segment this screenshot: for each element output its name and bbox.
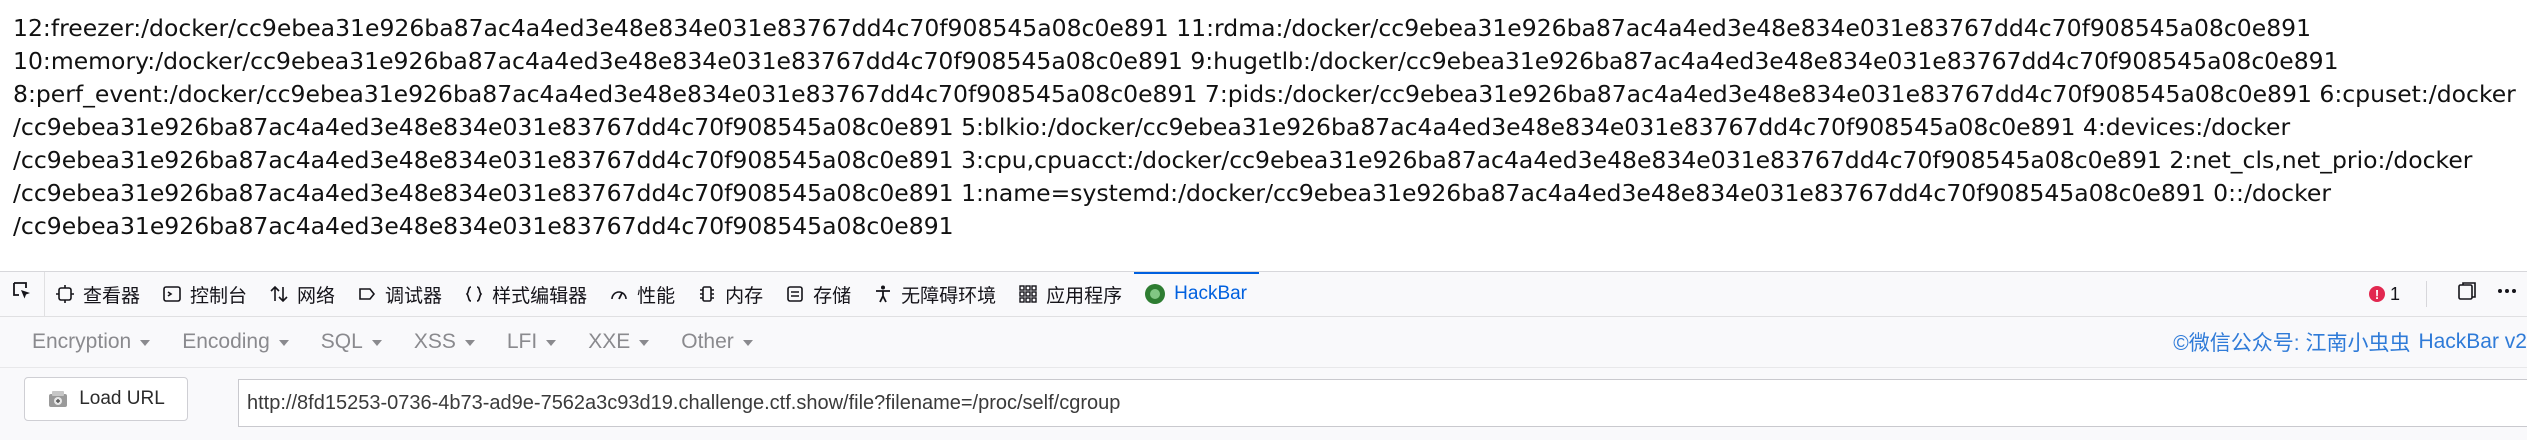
tab-label: 存储 [813, 285, 852, 307]
more-options-button[interactable] [2487, 272, 2527, 316]
chevron-down-icon [140, 340, 151, 346]
devtools-panel: 查看器 控制台 网络 调试器 样式编辑器 性能 内存 存储 无障碍环境 应用程序… [0, 271, 2527, 440]
application-icon [1018, 284, 1038, 304]
menu-lfi[interactable]: LFI [506, 330, 557, 354]
menu-label: SQL [320, 330, 363, 353]
output-line: /cc9ebea31e926ba87ac4a4ed3e48e834e031e83… [13, 212, 954, 240]
element-picker-button[interactable] [0, 272, 45, 316]
toolbar-divider [2426, 281, 2427, 307]
console-icon [162, 284, 182, 304]
output-line: /cc9ebea31e926ba87ac4a4ed3e48e834e031e83… [13, 146, 2473, 174]
output-line: 12:freezer:/docker/cc9ebea31e926ba87ac4a… [13, 14, 2312, 42]
output-line: 10:memory:/docker/cc9ebea31e926ba87ac4a4… [13, 47, 2339, 75]
output-line: /cc9ebea31e926ba87ac4a4ed3e48e834e031e83… [13, 179, 2331, 207]
menu-encryption[interactable]: Encryption [32, 330, 151, 354]
error-count: 1 [2389, 283, 2400, 304]
more-icon [2496, 280, 2518, 308]
dock-options-button[interactable] [2447, 272, 2487, 316]
page-output-text: 12:freezer:/docker/cc9ebea31e926ba87ac4a… [13, 12, 2516, 243]
chevron-down-icon [371, 340, 382, 346]
tab-label: 应用程序 [1046, 285, 1123, 307]
tab-label: 内存 [725, 285, 764, 307]
menu-label: XSS [413, 330, 456, 353]
menu-label: Other [681, 330, 734, 353]
chevron-down-icon [546, 340, 557, 346]
tab-application[interactable]: 应用程序 [1008, 272, 1134, 316]
element-picker-icon [11, 280, 33, 308]
tab-memory[interactable]: 内存 [687, 272, 775, 316]
menu-label: Encryption [32, 330, 132, 353]
error-icon: ! [2368, 286, 2385, 302]
tab-console[interactable]: 控制台 [152, 272, 259, 316]
chevron-down-icon [742, 340, 753, 346]
chevron-down-icon [278, 340, 289, 346]
memory-icon [697, 284, 717, 304]
tab-label: HackBar [1174, 283, 1248, 304]
hackbar-icon [1144, 283, 1166, 305]
tab-label: 无障碍环境 [901, 285, 997, 307]
menu-label: XXE [588, 330, 631, 353]
chevron-down-icon [464, 340, 475, 346]
hackbar-credit: ©微信公众号: 江南小虫虫 HackBar v2 [2173, 317, 2527, 367]
menu-xss[interactable]: XSS [414, 330, 475, 354]
dock-icon [2456, 280, 2478, 308]
error-count-badge[interactable]: ! 1 [2368, 283, 2400, 305]
tab-hackbar[interactable]: HackBar [1134, 272, 1259, 316]
storage-icon [785, 284, 805, 304]
tab-label: 查看器 [83, 285, 141, 307]
style-editor-icon [464, 284, 484, 304]
accessibility-icon [873, 284, 893, 304]
load-url-button[interactable]: Load URL [24, 377, 188, 421]
tab-inspector[interactable]: 查看器 [45, 272, 152, 316]
tab-label: 样式编辑器 [492, 285, 588, 307]
credit-version-text: HackBar v2 [2418, 330, 2527, 353]
credit-wechat-text[interactable]: ©微信公众号: 江南小虫虫 [2173, 327, 2410, 357]
hackbar-menu: Encryption Encoding SQL XSS LFI XXE Othe… [0, 317, 2527, 368]
menu-other[interactable]: Other [681, 330, 753, 354]
menu-label: Encoding [182, 330, 270, 353]
tab-label: 性能 [637, 285, 676, 307]
tab-storage[interactable]: 存储 [775, 272, 863, 316]
tab-style-editor[interactable]: 样式编辑器 [454, 272, 599, 316]
tab-performance[interactable]: 性能 [599, 272, 687, 316]
hackbar-panel: Encryption Encoding SQL XSS LFI XXE Othe… [0, 317, 2527, 440]
output-line: /cc9ebea31e926ba87ac4a4ed3e48e834e031e83… [13, 113, 2291, 141]
performance-icon [609, 284, 629, 304]
menu-encoding[interactable]: Encoding [182, 330, 289, 354]
load-url-label: Load URL [79, 388, 165, 409]
tab-label: 网络 [297, 285, 336, 307]
devtools-toolbar: 查看器 控制台 网络 调试器 样式编辑器 性能 内存 存储 无障碍环境 应用程序… [0, 272, 2527, 317]
output-line: 8:perf_event:/docker/cc9ebea31e926ba87ac… [13, 80, 2516, 108]
tab-label: 控制台 [190, 285, 248, 307]
menu-sql[interactable]: SQL [321, 330, 382, 354]
menu-xxe[interactable]: XXE [588, 330, 650, 354]
toolbar-right: ! 1 [2368, 272, 2527, 316]
url-input[interactable] [238, 379, 2527, 427]
debugger-icon [357, 284, 377, 304]
chevron-down-icon [639, 340, 650, 346]
inspector-icon [55, 284, 75, 304]
tab-label: 调试器 [385, 285, 443, 307]
tab-network[interactable]: 网络 [259, 272, 347, 316]
menu-label: LFI [506, 330, 538, 353]
load-url-icon [47, 388, 71, 410]
tab-accessibility[interactable]: 无障碍环境 [863, 272, 1008, 316]
tab-debugger[interactable]: 调试器 [347, 272, 454, 316]
network-icon [269, 284, 289, 304]
